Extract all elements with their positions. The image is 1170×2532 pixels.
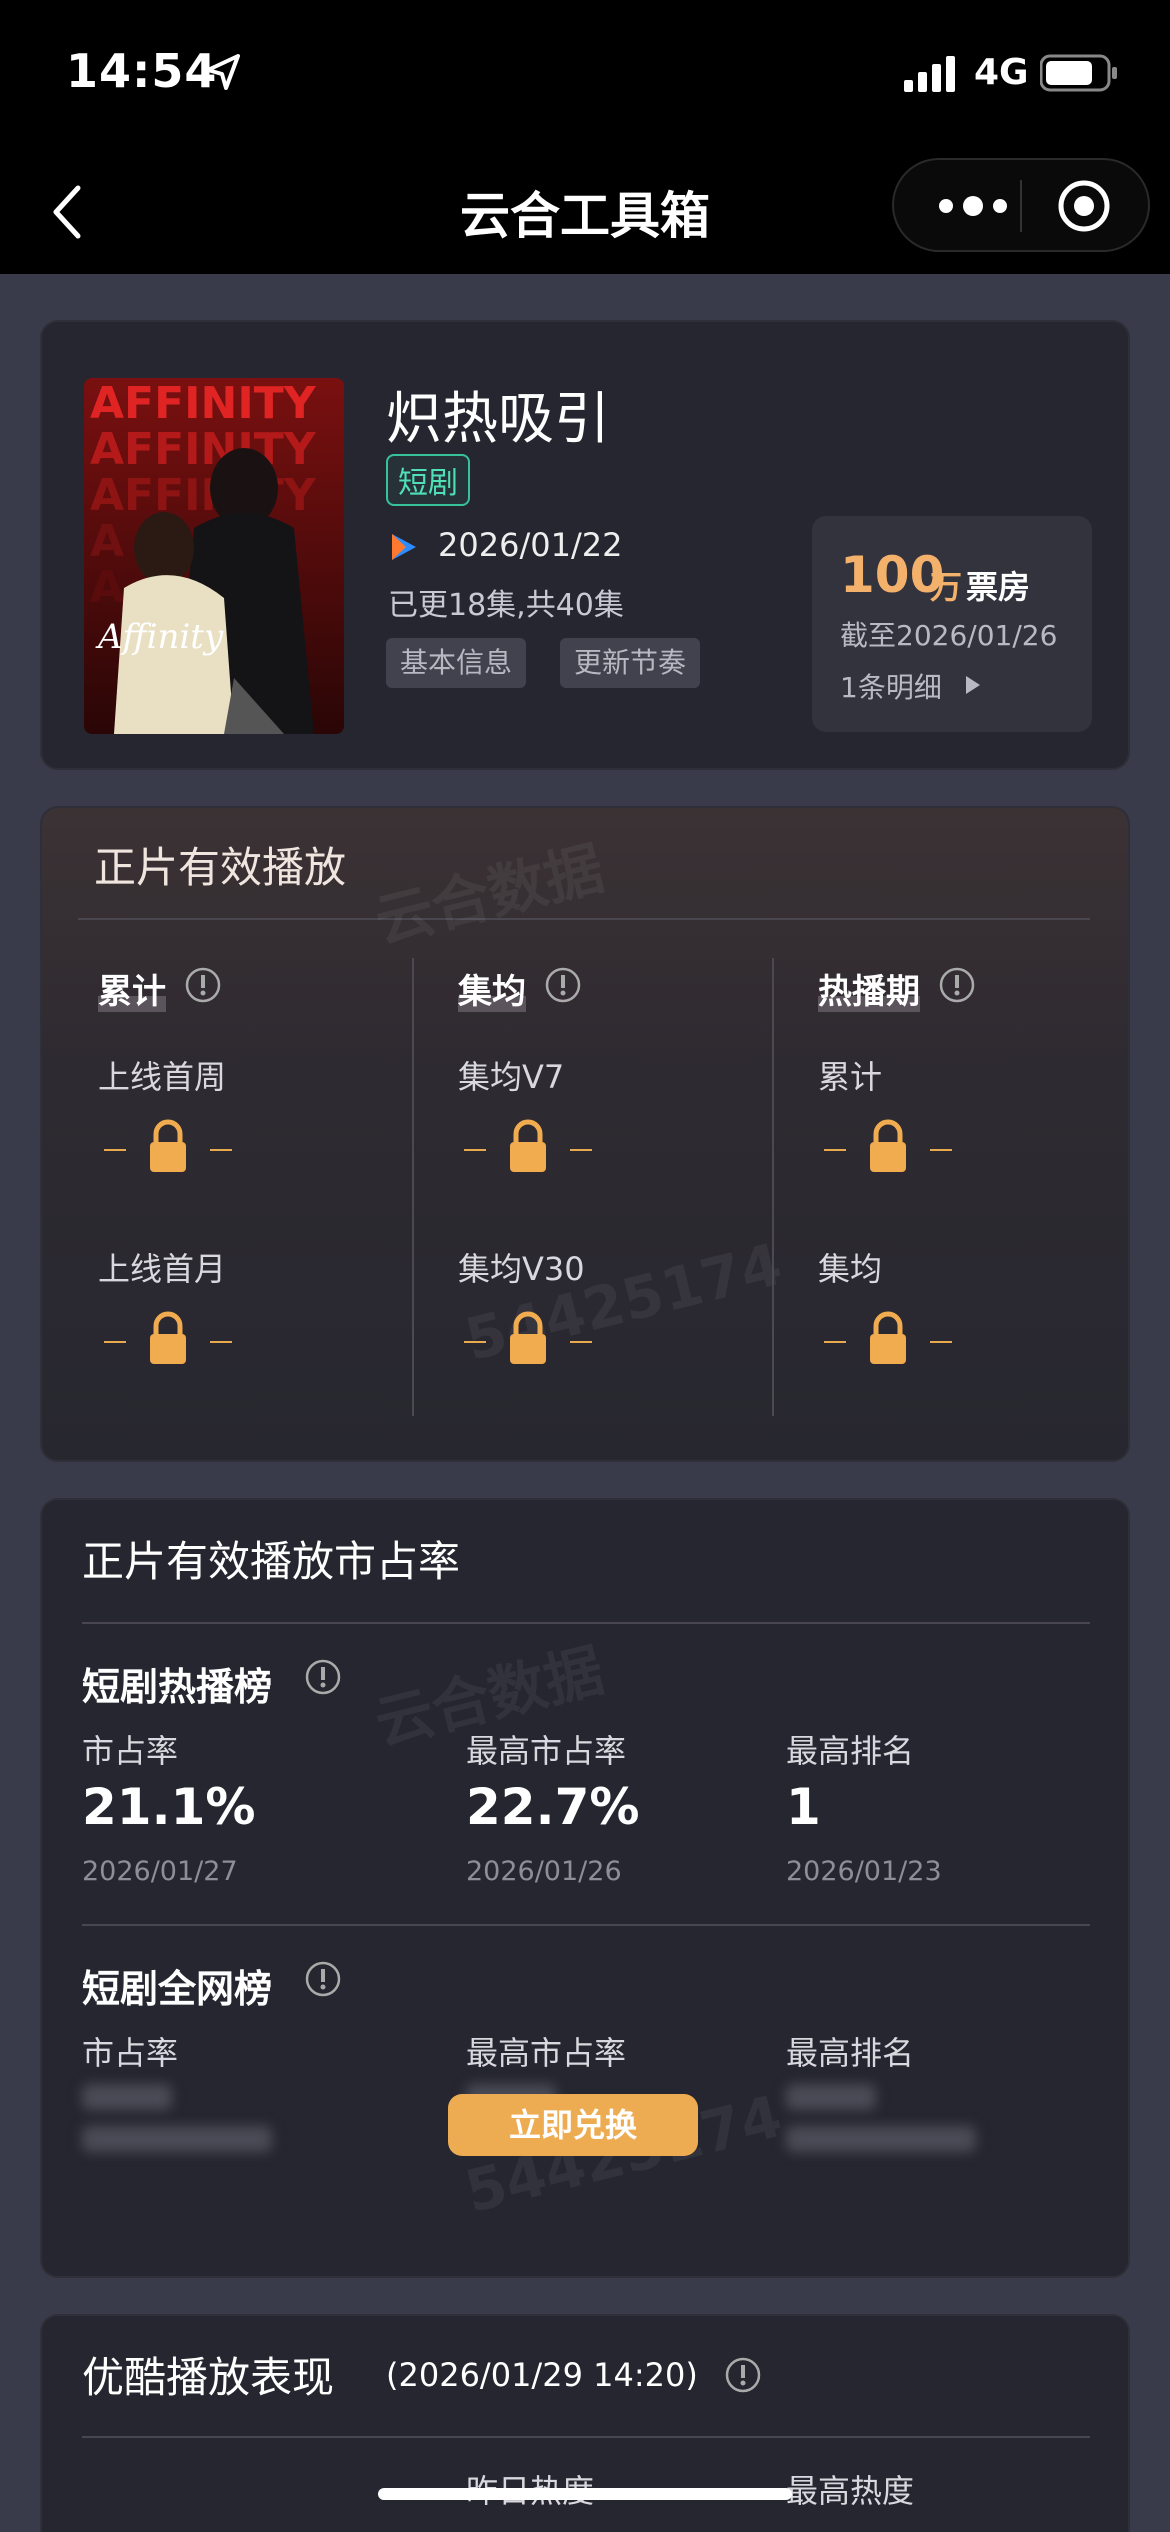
update-rhythm-chip[interactable]: 更新节奏	[560, 638, 701, 688]
lock-icon[interactable]	[818, 1118, 958, 1178]
show-poster[interactable]: AFFINITY AFFINITY AFFINITY A A Affinity	[84, 378, 344, 734]
home-indicator[interactable]	[378, 2488, 792, 2500]
status-time: 14:54	[66, 44, 218, 98]
close-target-icon[interactable]	[1056, 178, 1112, 234]
nav-bar: 云合工具箱	[0, 150, 1170, 274]
hot-average-label: 集均	[818, 1250, 883, 1288]
youku-icon	[392, 534, 416, 560]
box-office-panel[interactable]: 100 万 票房 截至2026/01/26 1条明细	[812, 516, 1092, 732]
divider	[82, 1622, 1090, 1624]
poster-title-5: A	[90, 562, 124, 613]
playback-title: 正片有效播放	[94, 843, 347, 892]
v7-label: 集均V7	[458, 1058, 565, 1096]
box-office-detail-link[interactable]: 1条明细	[840, 666, 942, 706]
market-share-card: 正片有效播放市占率 云合数据 54425174 短剧热播榜 市占率 21.1% …	[40, 1498, 1130, 2278]
max-heat-label: 最高热度	[786, 2472, 915, 2510]
max-share-value: 22.7%	[466, 1778, 640, 1836]
max-share-label: 最高市占率	[466, 1732, 627, 1770]
redeem-button[interactable]: 立即兑换	[448, 2094, 698, 2156]
lock-icon[interactable]	[98, 1310, 238, 1370]
episode-info: 已更18集,共40集	[388, 588, 624, 623]
info-icon[interactable]	[304, 1960, 342, 1998]
column-divider	[412, 958, 414, 1416]
max-rank-value: 1	[786, 1778, 821, 1836]
signal-icon	[904, 56, 955, 92]
blurred-date	[786, 2126, 976, 2152]
poster-title-4: A	[90, 516, 124, 567]
playback-card: 正片有效播放 云合数据 54425174 累计 上线首周 上线首月 集均 集均V…	[40, 806, 1130, 1462]
network-type: 4G	[974, 52, 1029, 93]
box-office-label: 票房	[966, 568, 1031, 606]
release-date: 2026/01/22	[438, 526, 623, 564]
hot-list-head: 短剧热播榜	[82, 1665, 273, 1709]
v30-label: 集均V30	[458, 1250, 585, 1288]
info-icon[interactable]	[544, 966, 582, 1004]
share-date: 2026/01/27	[82, 1856, 238, 1887]
share-value: 21.1%	[82, 1778, 256, 1836]
youku-timestamp: (2026/01/29 14:20)	[386, 2356, 698, 2394]
hot-cumulative-label: 累计	[818, 1058, 883, 1096]
blurred-value	[82, 2084, 172, 2110]
genre-tag: 短剧	[386, 454, 470, 506]
basic-info-chip[interactable]: 基本信息	[386, 638, 527, 688]
info-icon[interactable]	[938, 966, 976, 1004]
box-office-unit: 万	[930, 568, 963, 606]
poster-logo: Affinity	[95, 617, 224, 657]
info-icon[interactable]	[184, 966, 222, 1004]
poster-title-2: AFFINITY	[90, 424, 317, 475]
all-max-rank-label: 最高排名	[786, 2034, 915, 2072]
cumulative-head: 累计	[98, 964, 166, 1013]
first-month-label: 上线首月	[98, 1250, 227, 1288]
poster-image: AFFINITY AFFINITY AFFINITY A A Affinity	[84, 378, 344, 734]
blurred-date	[82, 2126, 272, 2152]
box-office-number: 100	[840, 546, 945, 604]
youku-title: 优酷播放表现	[82, 2353, 335, 2402]
blurred-value	[786, 2084, 876, 2110]
brand-watermark: 云合数据	[368, 833, 611, 956]
status-bar: 14:54 4G	[0, 0, 1170, 150]
cumulative-head-label: 累计	[98, 972, 166, 1012]
location-arrow-icon	[206, 54, 240, 90]
lock-icon[interactable]	[458, 1310, 598, 1370]
lock-icon[interactable]	[458, 1118, 598, 1178]
all-list-head: 短剧全网榜	[82, 1967, 273, 2011]
share-label: 市占率	[82, 1732, 179, 1770]
divider	[82, 2436, 1090, 2438]
poster-title-3: AFFINITY	[90, 470, 317, 521]
column-divider	[772, 958, 774, 1416]
info-icon[interactable]	[724, 2356, 762, 2394]
hot-period-head-label: 热播期	[818, 972, 920, 1012]
battery-icon	[1040, 54, 1117, 92]
max-rank-label: 最高排名	[786, 1732, 915, 1770]
all-share-label: 市占率	[82, 2034, 179, 2072]
max-share-date: 2026/01/26	[466, 1856, 622, 1887]
mini-program-capsule	[892, 158, 1150, 252]
lock-icon[interactable]	[98, 1118, 238, 1178]
max-rank-date: 2026/01/23	[786, 1856, 942, 1887]
play-arrow-icon	[966, 676, 980, 694]
capsule-divider	[1020, 180, 1022, 232]
show-title: 炽热吸引	[386, 387, 610, 452]
first-week-label: 上线首周	[98, 1058, 227, 1096]
show-info-card: AFFINITY AFFINITY AFFINITY A A Affinity …	[40, 320, 1130, 770]
info-icon[interactable]	[304, 1658, 342, 1696]
market-share-title: 正片有效播放市占率	[82, 1537, 461, 1586]
lock-icon[interactable]	[818, 1310, 958, 1370]
hot-period-head: 热播期	[818, 964, 920, 1013]
all-max-share-label: 最高市占率	[466, 2034, 627, 2072]
divider	[78, 918, 1090, 920]
per-episode-head: 集均	[458, 964, 526, 1013]
divider	[82, 1924, 1090, 1926]
poster-title-1: AFFINITY	[90, 378, 317, 429]
more-icon[interactable]	[930, 188, 1016, 224]
per-episode-head-label: 集均	[458, 972, 526, 1012]
box-office-date: 截至2026/01/26	[840, 619, 1058, 652]
